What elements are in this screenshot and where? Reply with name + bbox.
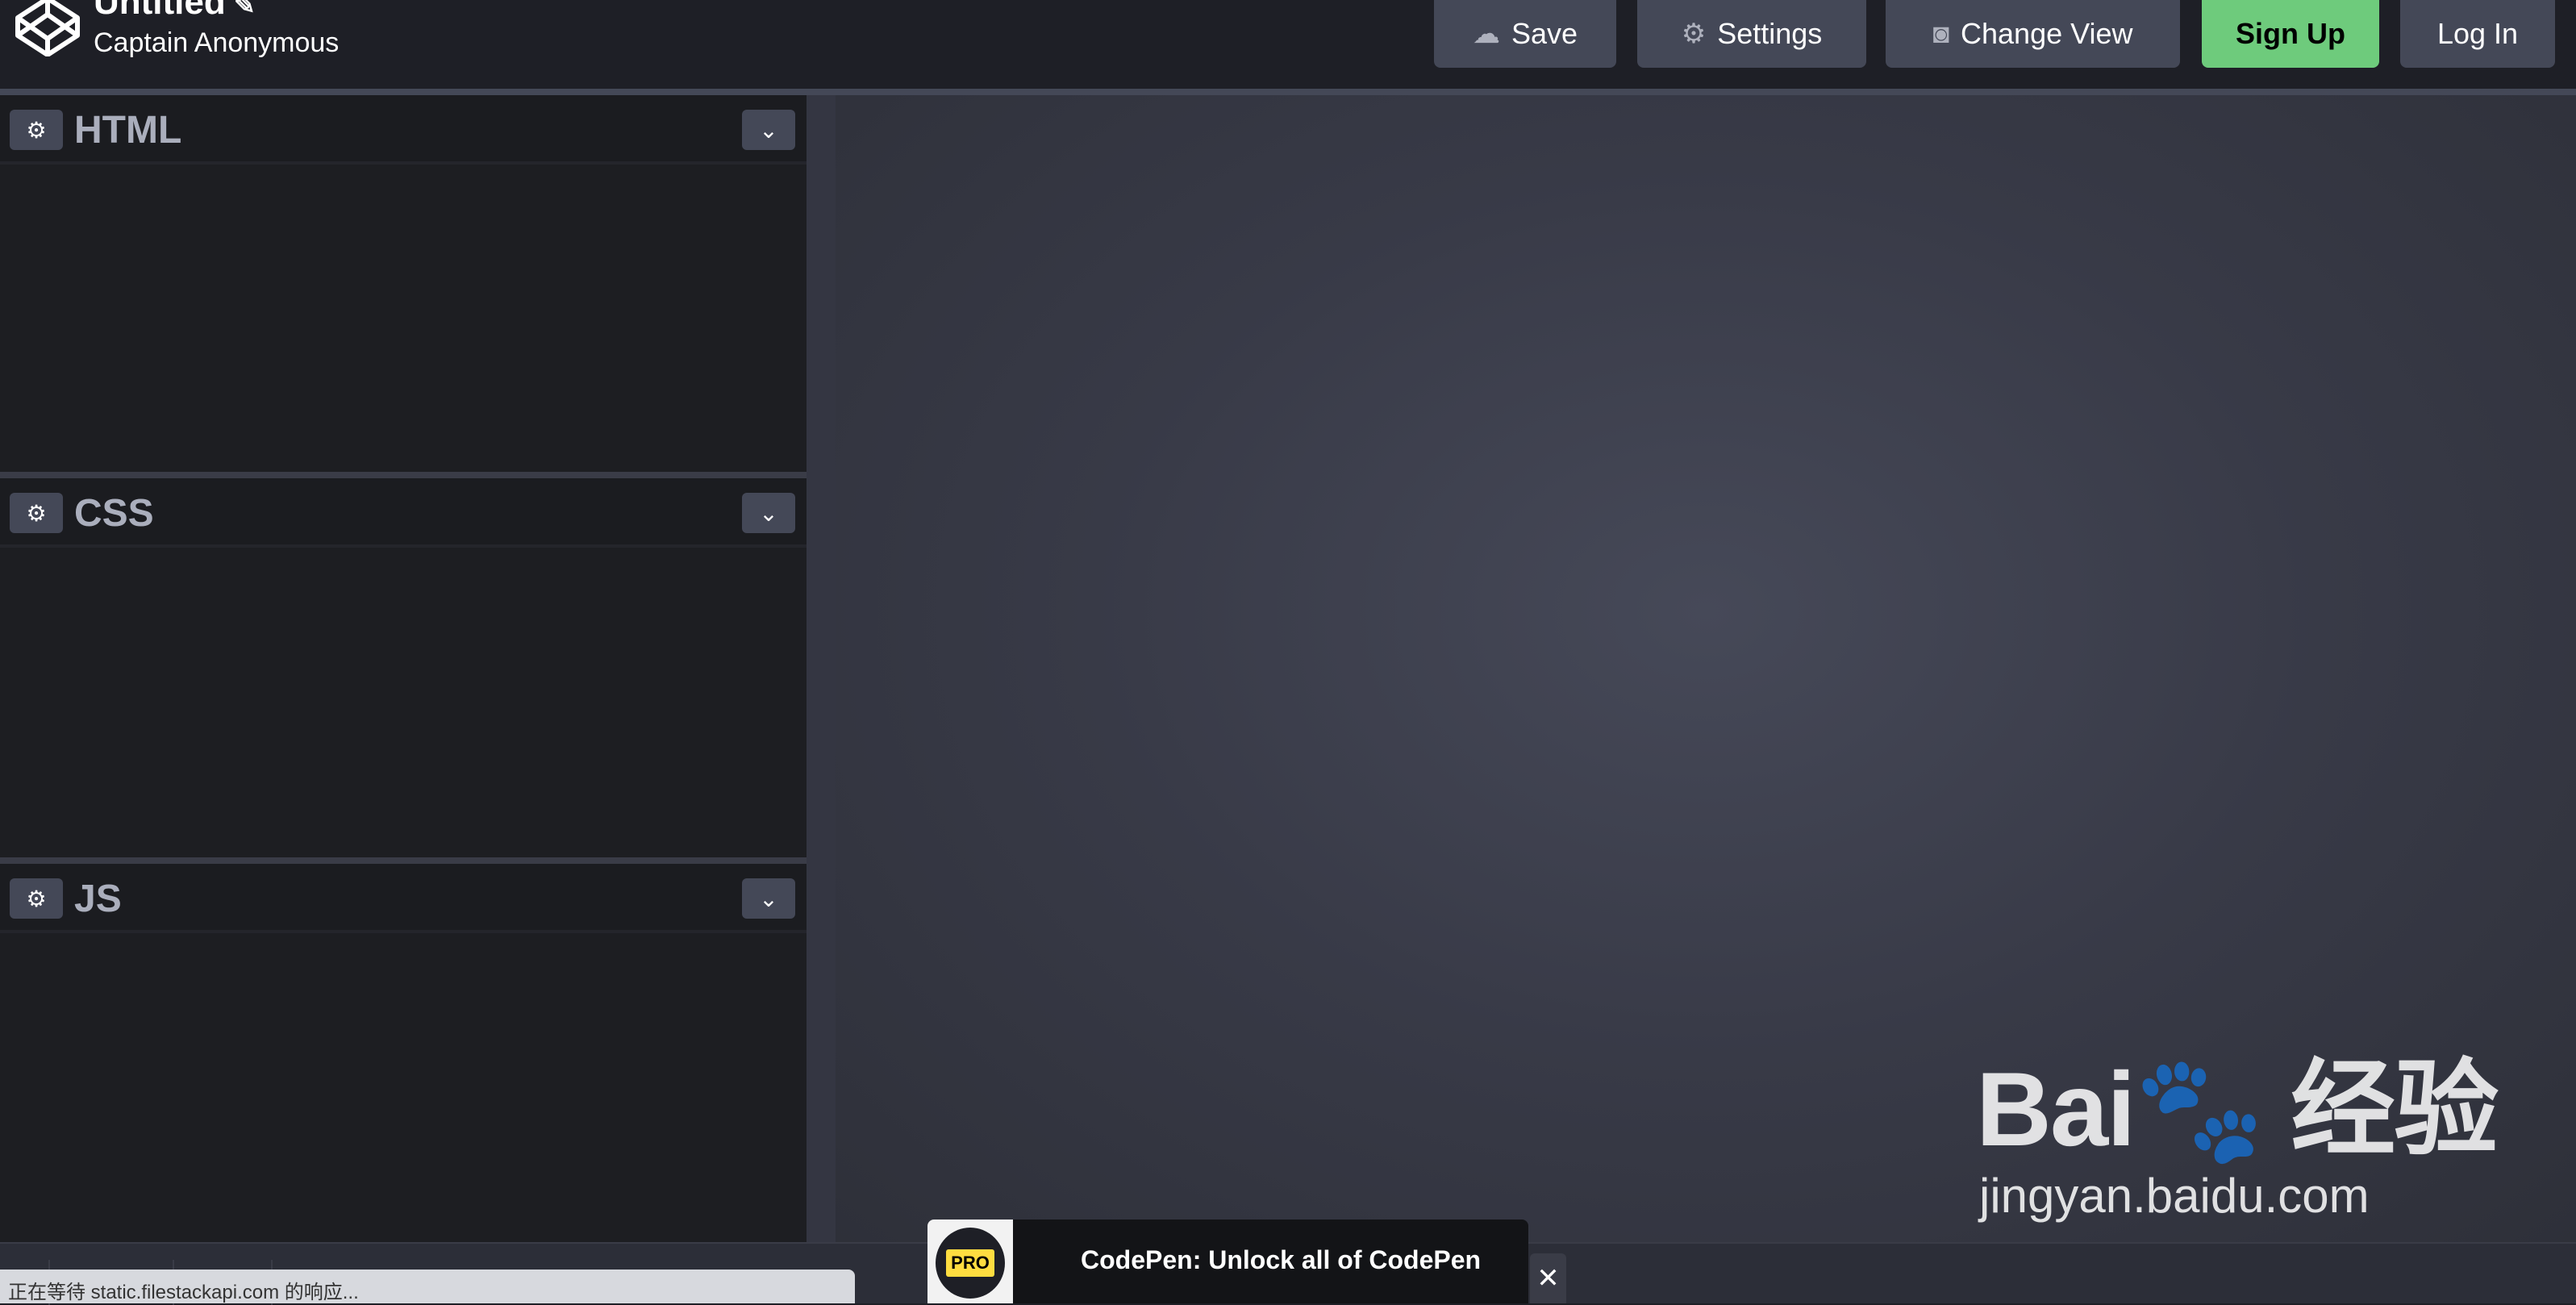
panel-header: ⚙ HTML ⌄ [0,95,807,165]
css-editor-panel: ⚙ CSS ⌄ [0,478,807,857]
sign-up-button[interactable]: Sign Up [2202,0,2379,68]
js-editor-panel: ⚙ JS ⌄ [0,864,807,1242]
editor-preview-resizer[interactable] [807,95,836,1242]
cloud-icon: ☁ [1472,19,1500,49]
divider [0,89,2576,95]
codepen-logo-icon[interactable] [15,0,81,56]
log-in-button[interactable]: Log In [2400,0,2555,68]
panel-header: ⚙ CSS ⌄ [0,478,807,548]
panel-header: ⚙ JS ⌄ [0,864,807,933]
gear-icon: ⚙ [1681,19,1707,49]
browser-status-bar: 正在等待 static.filestackapi.com 的响应... [0,1270,855,1303]
save-button[interactable]: ☁ Save [1434,0,1616,68]
pen-title[interactable]: Untitled ✎ [94,0,256,23]
panel-label: JS [74,878,122,920]
change-view-button[interactable]: ◙ Change View [1886,0,2180,68]
settings-button[interactable]: ⚙ Settings [1637,0,1866,68]
edit-pencil-icon[interactable]: ✎ [234,0,256,19]
author-name: Captain Anonymous [94,27,340,58]
pro-promo-toast[interactable]: PRO CodePen: Unlock all of CodePen [927,1220,1528,1303]
chevron-down-icon[interactable]: ⌄ [742,493,795,533]
pro-badge: PRO [936,1228,1005,1299]
panel-resizer[interactable] [0,472,807,478]
gear-icon[interactable]: ⚙ [10,110,63,150]
toast-message[interactable]: CodePen: Unlock all of CodePen [1081,1245,1481,1275]
panel-label: CSS [74,492,154,535]
baidu-watermark: Bai🐾 经验 jingyan.baidu.com [1976,1050,2499,1223]
panel-resizer[interactable] [0,857,807,864]
close-icon[interactable]: ✕ [1530,1253,1566,1303]
editor-column: ⚙ HTML ⌄ ⚙ CSS ⌄ ⚙ JS ⌄ [0,95,807,1242]
panel-label: HTML [74,109,182,152]
gear-icon[interactable]: ⚙ [10,493,63,533]
view-icon: ◙ [1932,18,1950,49]
top-header: Untitled ✎ Captain Anonymous ☁ Save ⚙ Setti… [0,0,2576,89]
chevron-down-icon[interactable]: ⌄ [742,878,795,919]
html-editor-panel: ⚙ HTML ⌄ [0,95,807,472]
chevron-down-icon[interactable]: ⌄ [742,110,795,150]
gear-icon[interactable]: ⚙ [10,878,63,919]
